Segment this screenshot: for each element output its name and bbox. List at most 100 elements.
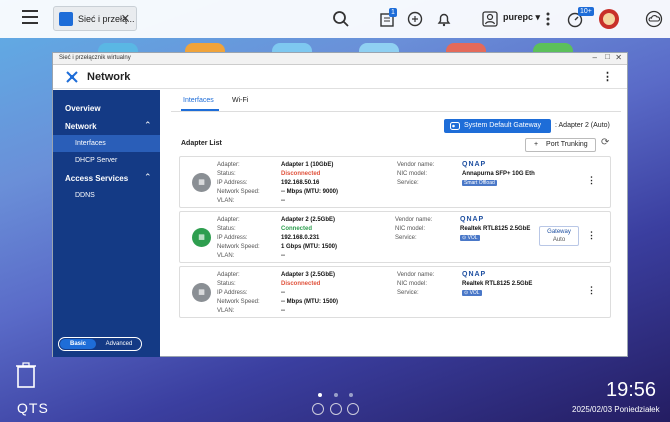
trash-icon[interactable] — [15, 362, 37, 388]
adapter-vlan: -- — [281, 308, 285, 314]
adapter-label: Adapter: — [217, 217, 240, 223]
vendor-label: Vendor name: — [397, 162, 435, 168]
adapter-name: Adapter 2 (2.5GbE) — [281, 217, 336, 223]
system-default-gateway-button[interactable]: System Default Gateway — [444, 119, 551, 133]
page-dot[interactable] — [349, 393, 353, 397]
user-icon[interactable] — [481, 10, 499, 28]
window-close-button[interactable]: ✕ — [615, 53, 622, 62]
main-content: Interfaces Wi-Fi System Default Gateway … — [171, 90, 621, 355]
sidebar-item-access-services[interactable]: Access Services — [65, 174, 128, 183]
sidebar-item-dhcp[interactable]: DHCP Server — [75, 157, 117, 164]
sidebar-item-network[interactable]: Network — [65, 122, 97, 131]
ethernet-icon: ▦ — [192, 173, 211, 192]
username[interactable]: purepc ▾ — [503, 12, 540, 23]
gateway-mode: Auto — [552, 237, 566, 243]
maximize-button[interactable]: □ — [605, 52, 610, 61]
qnap-logo: QNAP — [462, 271, 487, 278]
tasks-badge: 1 — [389, 8, 397, 17]
search-icon[interactable] — [332, 10, 350, 28]
vlan-label: VLAN: — [217, 253, 235, 259]
nic-label: NIC model: — [395, 226, 426, 232]
adapter-card: ▦ Adapter: Status: IP Address: Network S… — [179, 266, 611, 318]
chevron-up-icon[interactable]: ⌃ — [144, 172, 152, 183]
app-header: Network ⋮ — [53, 65, 627, 89]
sidebar-item-overview[interactable]: Overview — [65, 104, 101, 113]
adapter-menu-icon[interactable]: ⋮ — [587, 175, 596, 186]
tab-divider — [171, 111, 621, 112]
quick-access-icon[interactable] — [330, 403, 342, 415]
cloud-icon[interactable] — [645, 10, 663, 28]
window-title: Sieć i przełącznik wirtualny — [59, 55, 131, 61]
qnap-logo: QNAP — [462, 161, 487, 168]
ethernet-icon: ▦ — [192, 228, 211, 247]
qts-logo: QTS — [17, 400, 49, 416]
chevron-up-icon[interactable]: ⌃ — [144, 120, 152, 131]
notifications-badge: 10+ — [578, 7, 594, 16]
tab-wifi[interactable]: Wi-Fi — [232, 97, 248, 104]
vlan-label: VLAN: — [217, 308, 235, 314]
adapter-ip: 192.168.50.16 — [281, 180, 320, 186]
menu-icon[interactable] — [22, 10, 38, 24]
sidebar-item-ddns[interactable]: DDNS — [75, 192, 95, 199]
minimize-button[interactable]: – — [593, 53, 597, 62]
gateway-badge-label: Gateway — [547, 229, 571, 235]
nic-model: Annapurna SFP+ 10G Eth — [462, 171, 535, 177]
gateway-badge[interactable]: Gateway Auto — [539, 226, 579, 246]
clock: 19:56 — [606, 379, 657, 401]
default-gateway-value: : Adapter 2 (Auto) — [555, 122, 610, 129]
port-trunking-label: Port Trunking — [546, 141, 588, 148]
network-icon — [66, 71, 78, 83]
bell-icon[interactable] — [435, 10, 453, 28]
adapter-label: Adapter: — [217, 162, 240, 168]
adapter-speed: 1 Gbps (MTU: 1500) — [281, 244, 338, 250]
sidebar: Overview Network ⌃ Interfaces DHCP Serve… — [53, 90, 160, 357]
app-menu-icon[interactable]: ⋮ — [602, 70, 613, 83]
basic-mode-button[interactable]: Basic — [60, 339, 96, 349]
status-label: Status: — [217, 226, 236, 232]
more-options-icon[interactable] — [539, 10, 557, 28]
sidebar-selection — [53, 135, 160, 152]
adapter-speed: -- Mbps (MTU: 1500) — [281, 299, 338, 305]
ethernet-icon: ▦ — [192, 283, 211, 302]
service-label: Service: — [395, 235, 417, 241]
close-icon[interactable]: ✕ — [121, 12, 130, 25]
adapter-ip: 192.168.0.231 — [281, 235, 320, 241]
network-window: Sieć i przełącznik wirtualny – □ ✕ Netwo… — [52, 52, 628, 357]
adapter-card: ▦ Adapter: Status: IP Address: Network S… — [179, 156, 611, 208]
ip-label: IP Address: — [217, 290, 248, 296]
adapter-speed: -- Mbps (MTU: 9000) — [281, 189, 338, 195]
plus-icon: + — [534, 141, 539, 148]
tab-interfaces[interactable]: Interfaces — [183, 97, 214, 104]
speed-label: Network Speed: — [217, 244, 260, 250]
status-label: Status: — [217, 281, 236, 287]
status-label: Status: — [217, 171, 236, 177]
nic-label: NIC model: — [397, 281, 428, 287]
sidebar-item-interfaces[interactable]: Interfaces — [75, 140, 106, 147]
adapter-label: Adapter: — [217, 272, 240, 278]
adapter-menu-icon[interactable]: ⋮ — [587, 285, 596, 296]
adapter-vlan: -- — [281, 198, 285, 204]
vendor-label: Vendor name: — [395, 217, 433, 223]
refresh-icon[interactable]: ⟳ — [601, 137, 609, 148]
smart-desktop-icon[interactable] — [347, 403, 359, 415]
adapter-menu-icon[interactable]: ⋮ — [587, 230, 596, 241]
page-dot[interactable] — [318, 393, 322, 397]
app-tab-network[interactable]: Sieć i przełą... ✕ — [53, 6, 137, 31]
advanced-mode-button[interactable]: Advanced — [99, 339, 139, 349]
page-dot[interactable] — [334, 393, 338, 397]
adapter-ip: -- — [281, 290, 285, 296]
adapter-vlan: -- — [281, 253, 285, 259]
date: 2025/02/03 Poniedziałek — [572, 405, 660, 414]
adapter-name: Adapter 1 (10GbE) — [281, 162, 334, 168]
speed-label: Network Speed: — [217, 189, 260, 195]
ip-label: IP Address: — [217, 235, 248, 241]
app-title: Network — [87, 71, 131, 83]
vlan-label: VLAN: — [217, 198, 235, 204]
service-tag: ⊙ VOL — [460, 235, 480, 241]
adapter-status: Disconnected — [281, 281, 321, 287]
sync-icon[interactable] — [406, 10, 424, 28]
adapter-status: Disconnected — [281, 171, 321, 177]
adapter-list-title: Adapter List — [181, 140, 222, 147]
port-trunking-button[interactable]: + Port Trunking — [525, 138, 596, 152]
dashboard-icon[interactable] — [312, 403, 324, 415]
